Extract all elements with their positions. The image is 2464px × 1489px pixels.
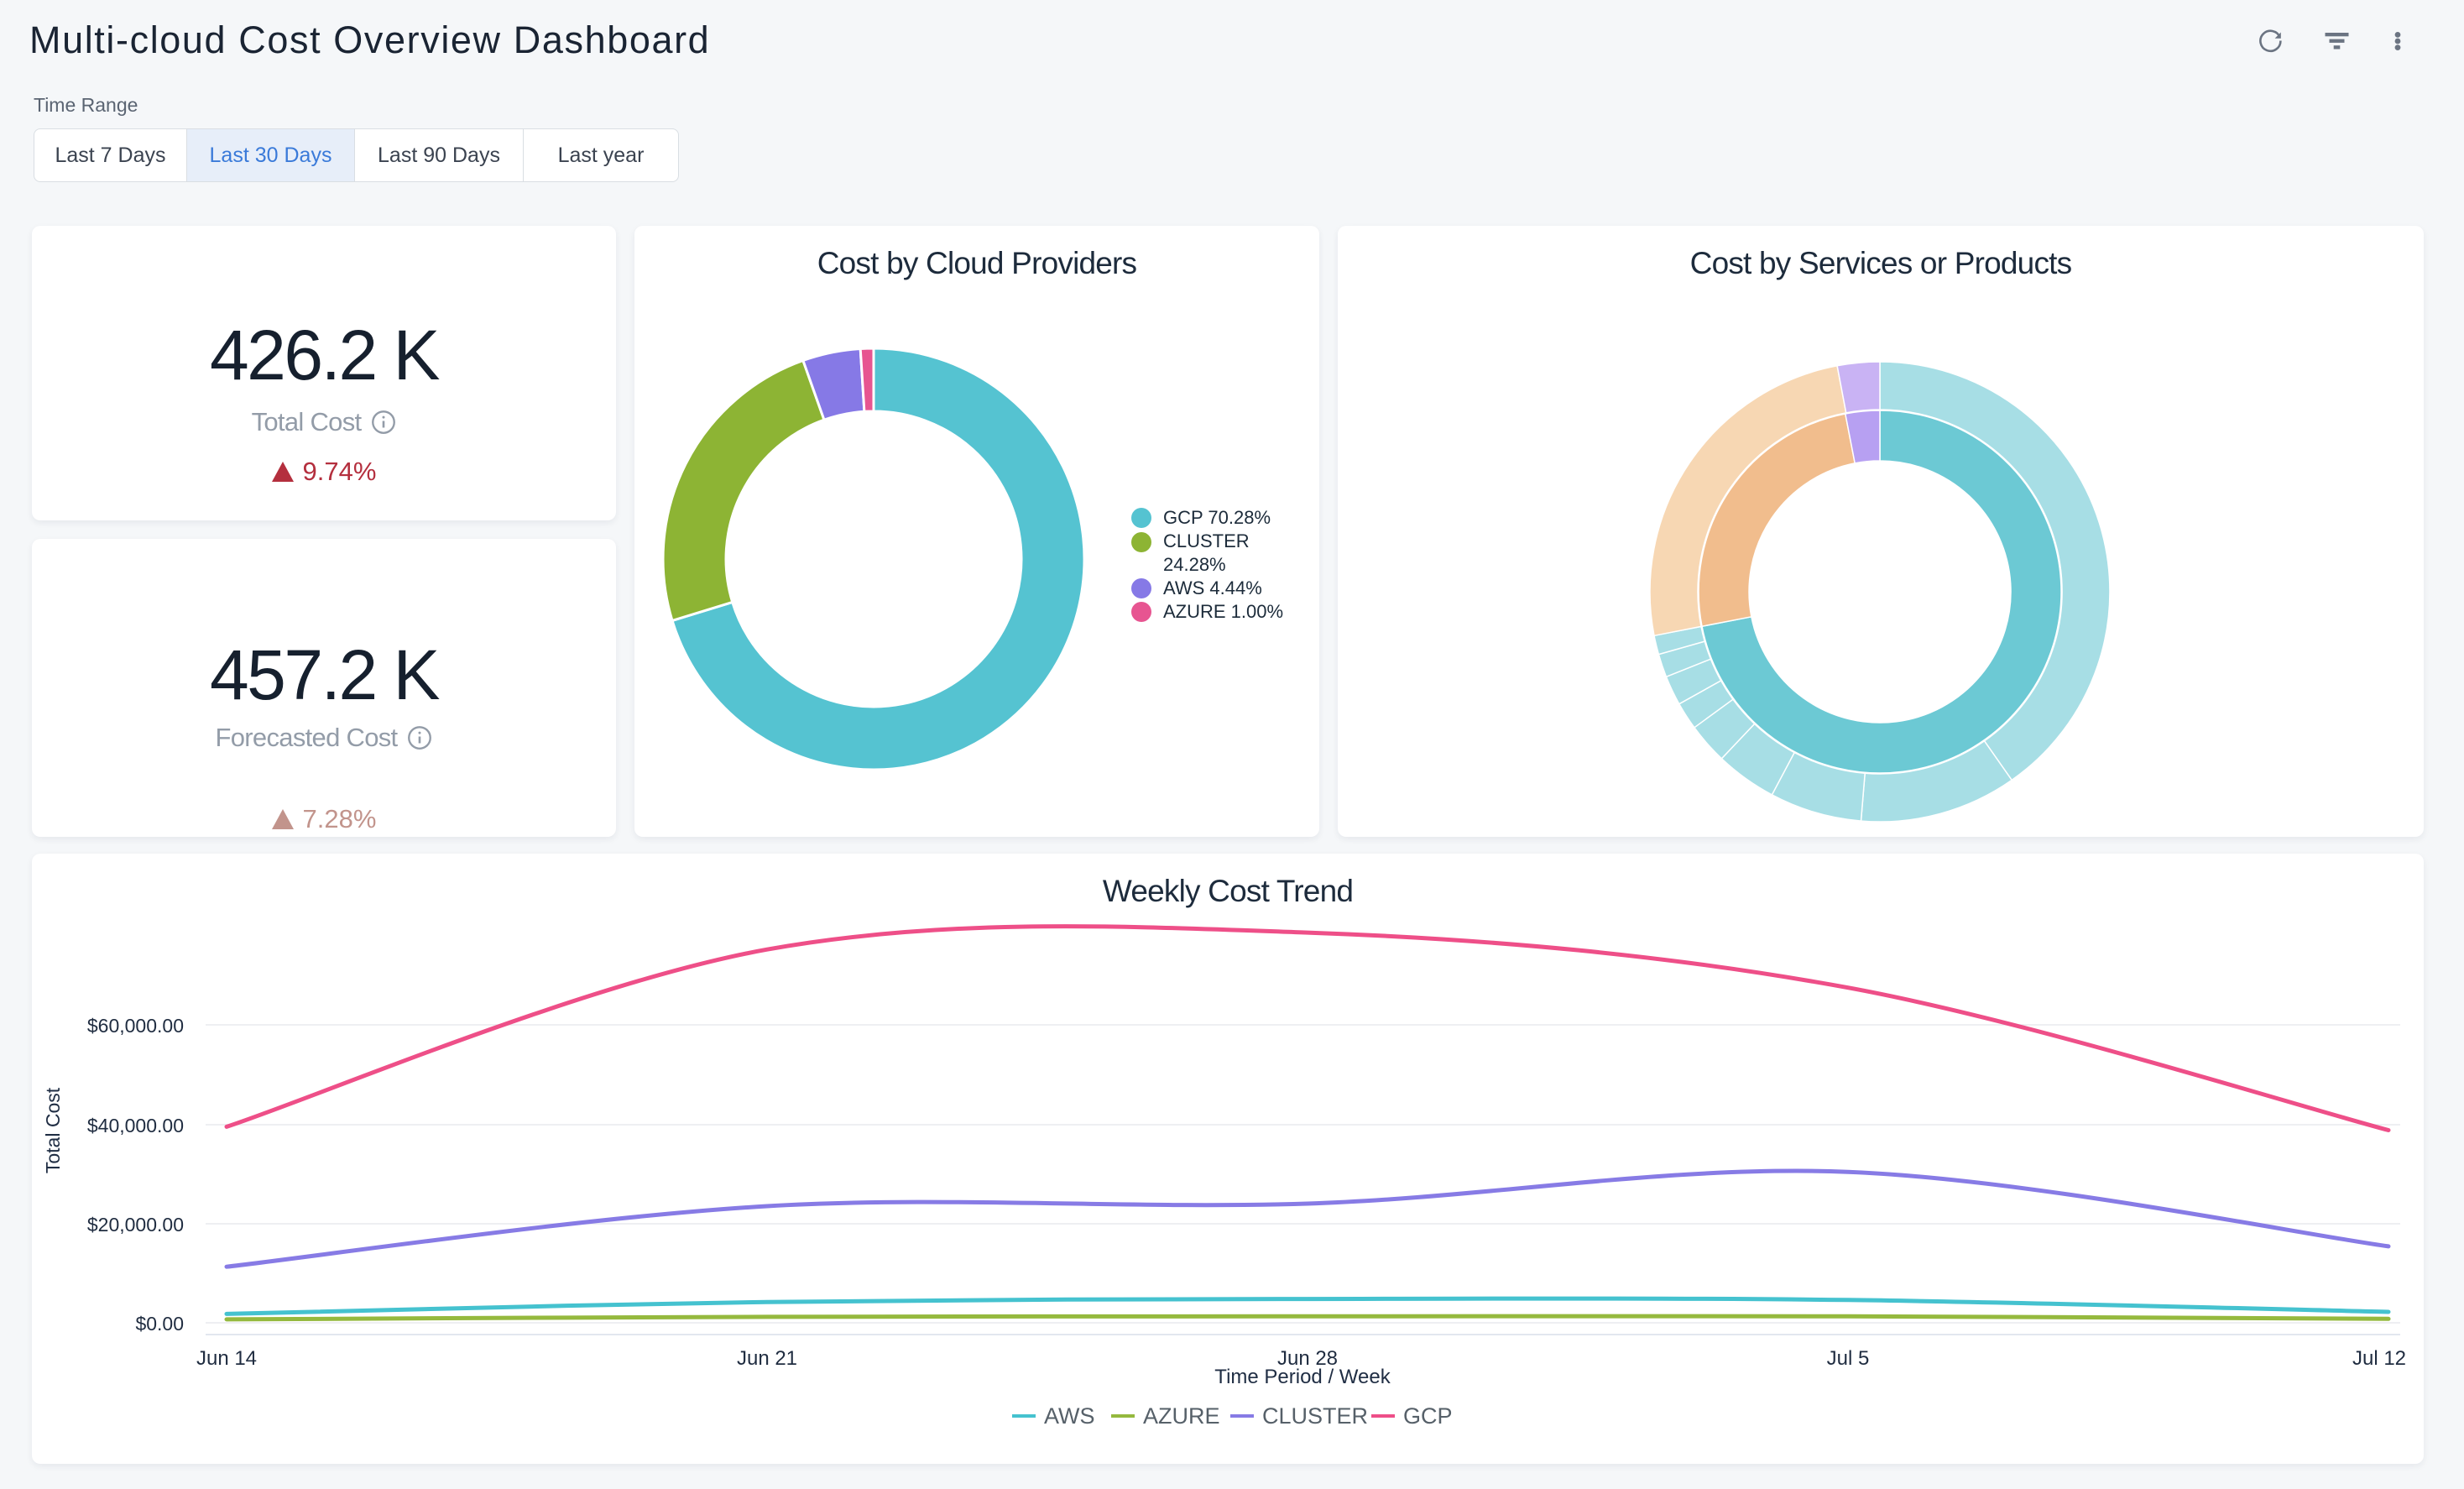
svg-text:Total Cost: Total Cost bbox=[42, 1087, 64, 1173]
svg-text:Time Period / Week: Time Period / Week bbox=[1214, 1366, 1391, 1388]
svg-text:$0.00: $0.00 bbox=[135, 1313, 184, 1335]
svg-text:AWS: AWS bbox=[1044, 1403, 1095, 1429]
svg-text:GCP: GCP bbox=[1403, 1403, 1453, 1429]
svg-text:$60,000.00: $60,000.00 bbox=[87, 1015, 184, 1037]
svg-text:Jul 12: Jul 12 bbox=[2352, 1347, 2406, 1370]
svg-text:$40,000.00: $40,000.00 bbox=[87, 1115, 184, 1136]
svg-text:AZURE: AZURE bbox=[1143, 1403, 1220, 1429]
svg-text:Jun 21: Jun 21 bbox=[737, 1347, 797, 1370]
svg-text:Jul 5: Jul 5 bbox=[1827, 1347, 1870, 1370]
svg-text:Jun 14: Jun 14 bbox=[196, 1347, 257, 1370]
svg-text:$20,000.00: $20,000.00 bbox=[87, 1214, 184, 1236]
svg-text:CLUSTER: CLUSTER bbox=[1262, 1403, 1368, 1429]
